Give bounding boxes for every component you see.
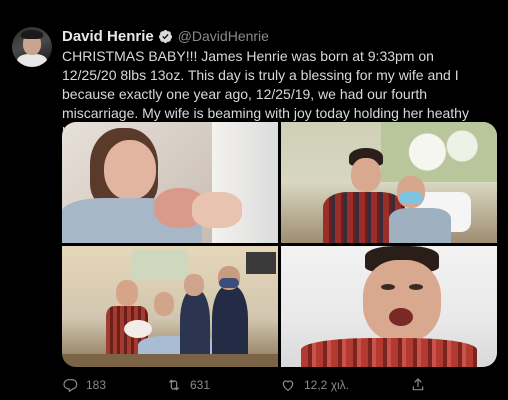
floor [62, 354, 278, 367]
tweet-header: David Henrie @DavidHenrie [62, 27, 269, 45]
mouth [389, 308, 413, 326]
tweet-actions: 183 631 12,2 χιλ. [62, 376, 462, 394]
hand [192, 192, 242, 228]
photo-family-with-nurses[interactable] [62, 246, 278, 367]
nurse-2-mask [219, 278, 239, 288]
father-face [351, 158, 381, 192]
handle[interactable]: @DavidHenrie [178, 28, 269, 44]
nurse-1-face [184, 274, 204, 296]
baby-bundle [124, 320, 152, 338]
man-face [363, 260, 441, 342]
photo-man-shouting[interactable] [281, 246, 497, 367]
mother-face-3 [154, 292, 174, 316]
share-icon [412, 378, 424, 391]
retweet-count: 631 [190, 378, 211, 392]
verified-badge-icon [158, 29, 173, 44]
like-count: 12,2 χιλ. [304, 378, 349, 392]
tv [246, 252, 276, 274]
gown-2 [389, 208, 451, 243]
mask [399, 192, 423, 204]
share-button[interactable] [410, 377, 434, 393]
reply-icon [63, 379, 78, 393]
heart-icon [282, 380, 294, 392]
flower-mural [381, 122, 497, 182]
reply-button[interactable]: 183 [62, 377, 106, 393]
window-flower [132, 250, 188, 280]
tweet[interactable]: David Henrie @DavidHenrie CHRISTMAS BABY… [0, 0, 508, 400]
photo-mother-holding-baby[interactable] [62, 122, 278, 243]
avatar-hair [21, 30, 43, 39]
display-name[interactable]: David Henrie [62, 28, 154, 45]
mother-face [104, 140, 156, 200]
reply-count: 183 [86, 378, 107, 392]
man-shirt [301, 338, 477, 367]
avatar[interactable] [12, 27, 52, 67]
like-button[interactable]: 12,2 χιλ. [280, 377, 349, 393]
left-eye [381, 284, 395, 290]
right-eye [409, 284, 423, 290]
media-grid [62, 122, 497, 367]
retweet-button[interactable]: 631 [166, 377, 210, 393]
retweet-icon [168, 379, 180, 391]
father-face-2 [116, 280, 138, 306]
avatar-shirt [17, 54, 47, 67]
photo-couple-hospital-bed[interactable] [281, 122, 497, 243]
